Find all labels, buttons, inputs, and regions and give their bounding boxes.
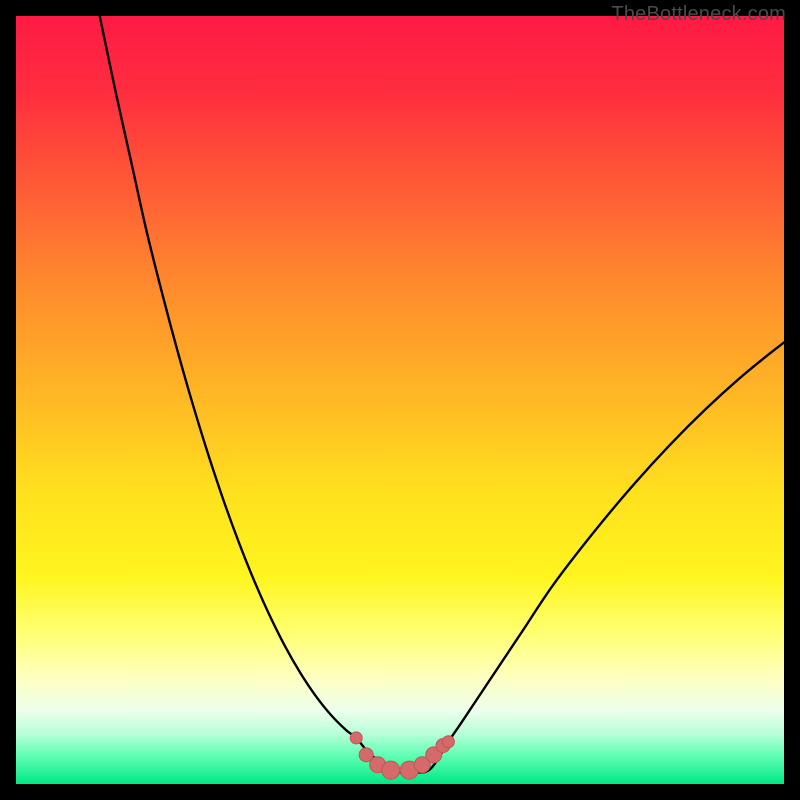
curve-layer — [16, 16, 784, 784]
sweet-spot-marker — [350, 732, 362, 744]
stage: TheBottleneck.com — [0, 0, 800, 800]
watermark-text: TheBottleneck.com — [611, 3, 786, 26]
bottleneck-curve — [100, 16, 784, 773]
plot-area — [16, 16, 784, 784]
sweet-spot-markers — [350, 732, 454, 779]
sweet-spot-marker — [382, 761, 400, 779]
sweet-spot-marker — [442, 736, 454, 748]
